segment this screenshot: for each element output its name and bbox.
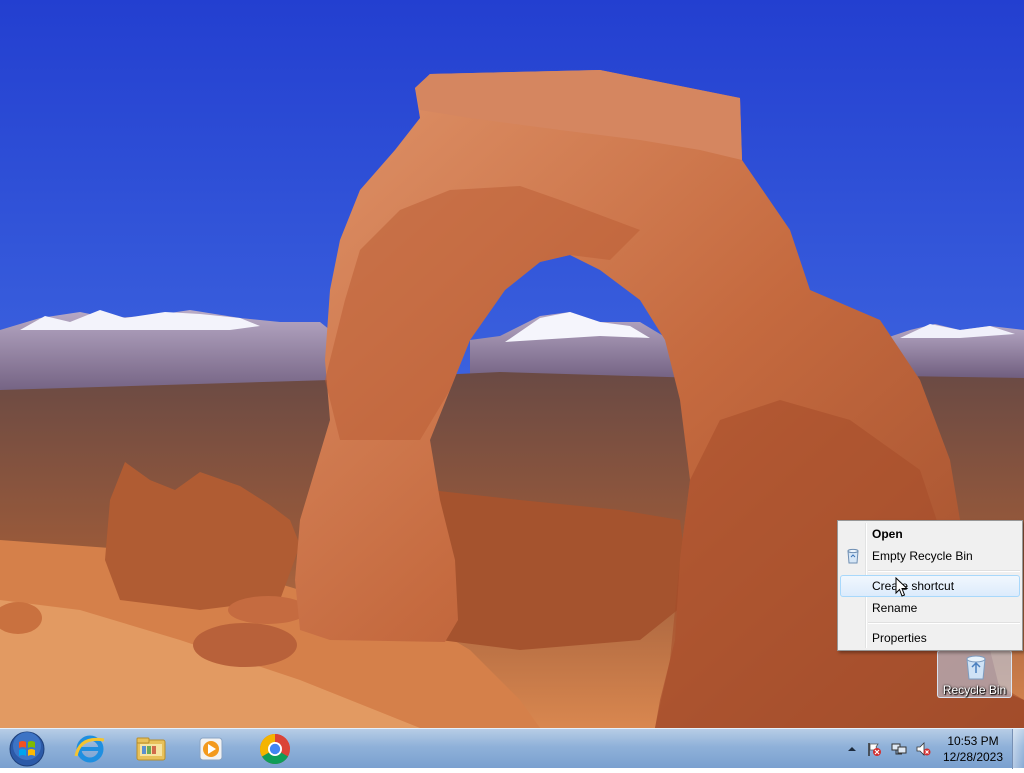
windows-start-orb-icon [9,731,45,767]
mouse-cursor-icon [895,577,909,597]
desktop-icon-recycle-bin[interactable]: Recycle Bin [937,650,1012,698]
menu-item-label: Properties [872,631,927,645]
network-icon[interactable] [891,741,907,757]
menu-separator [868,622,1020,624]
menu-item-create-shortcut[interactable]: Create shortcut [840,575,1020,597]
clock-date: 12/28/2023 [942,750,1004,764]
menu-item-label: Open [872,527,903,541]
menu-item-open[interactable]: Open [840,523,1020,545]
taskbar-chrome[interactable] [255,730,295,768]
action-center-flag-icon[interactable] [866,741,882,757]
taskbar: 10:53 PM 12/28/2023 [0,728,1024,769]
system-clock[interactable]: 10:53 PM 12/28/2023 [940,733,1006,765]
chrome-icon [259,734,290,765]
start-button[interactable] [3,730,49,768]
folder-library-icon [136,737,166,761]
menu-item-label: Create shortcut [872,579,955,593]
volume-muted-icon[interactable] [915,741,931,757]
clock-time: 10:53 PM [947,734,999,748]
taskbar-media-player[interactable] [192,730,230,768]
menu-item-label: Rename [872,601,918,615]
taskbar-windows-explorer[interactable] [130,730,172,768]
internet-explorer-icon [74,735,105,763]
taskbar-internet-explorer[interactable] [70,730,110,768]
recycle-bin-icon [966,655,986,680]
menu-item-empty-recycle-bin[interactable]: Empty Recycle Bin [840,545,1020,567]
context-menu[interactable]: Open Empty Recycle Bin Create shortcut R… [837,520,1023,651]
desktop[interactable]: Recycle Bin Open Empty Recycle Bin Creat… [0,0,1024,728]
media-player-icon [199,737,223,761]
menu-item-rename[interactable]: Rename [840,597,1020,619]
menu-separator [868,570,1020,572]
menu-item-properties[interactable]: Properties [840,627,1020,649]
menu-item-label: Empty Recycle Bin [872,549,973,563]
recycle-bin-icon [847,548,859,564]
show-desktop-button[interactable] [1012,729,1024,769]
chevron-up-icon[interactable] [844,741,860,757]
desktop-icon-label: Recycle Bin [942,683,1007,697]
